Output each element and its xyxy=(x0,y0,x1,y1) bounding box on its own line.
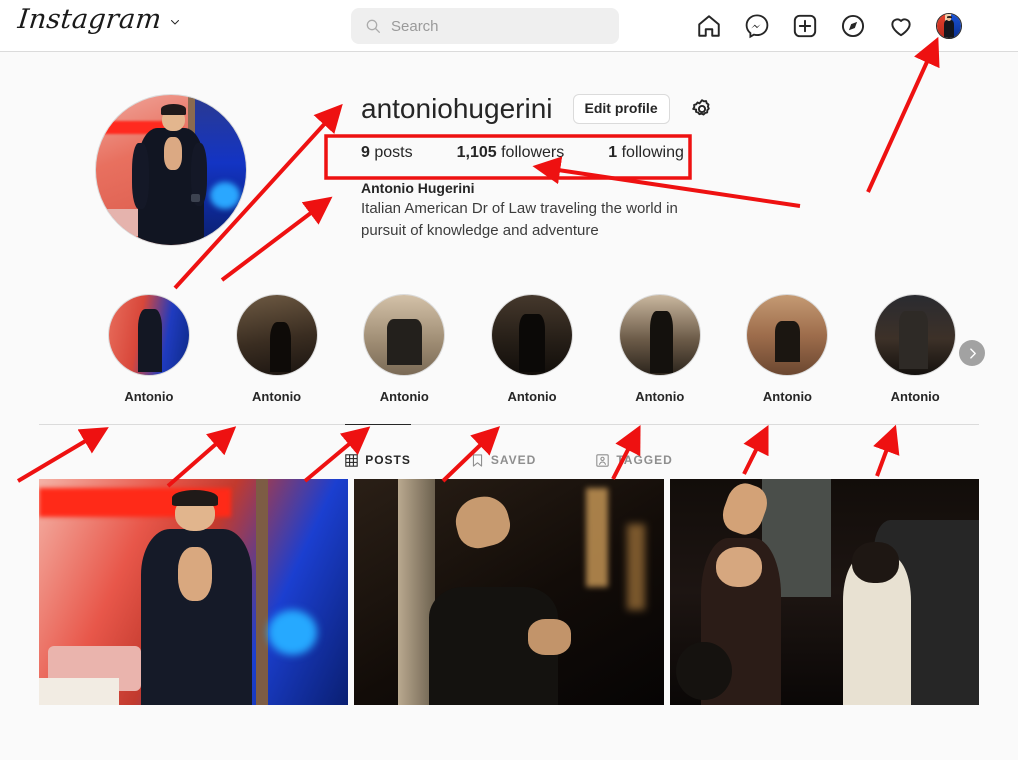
stat-following-value: 1 xyxy=(608,144,618,161)
post-thumbnail[interactable] xyxy=(669,479,979,705)
gear-icon[interactable] xyxy=(690,97,714,121)
highlight-label: Antonio xyxy=(252,389,302,404)
tab-tagged-label: TAGGED xyxy=(616,453,673,467)
home-icon[interactable] xyxy=(696,13,722,39)
highlight-thumbnail[interactable] xyxy=(618,294,701,376)
chevron-down-icon[interactable] xyxy=(169,16,181,28)
stat-following[interactable]: 1 following xyxy=(608,144,684,162)
profile-avatar[interactable] xyxy=(936,13,962,39)
tab-saved-label: SAVED xyxy=(490,453,537,467)
stat-followers-label: followers xyxy=(501,144,565,161)
highlight-thumbnail[interactable] xyxy=(746,294,829,376)
search-icon xyxy=(366,19,380,33)
profile-bio: Italian American Dr of Law traveling the… xyxy=(361,200,678,239)
post-thumbnail[interactable] xyxy=(39,479,349,705)
highlight-item[interactable]: Antonio xyxy=(340,294,468,404)
stat-posts-label: posts xyxy=(374,144,413,161)
profile-tabs-container: POSTS SAVED TAGGED xyxy=(39,424,979,477)
highlight-label: Antonio xyxy=(124,389,174,404)
story-highlights-row: Antonio Antonio Antonio Antonio Antonio xyxy=(39,288,986,418)
tab-tagged[interactable]: TAGGED xyxy=(596,424,672,477)
stat-following-label: following xyxy=(621,144,684,161)
tab-posts-label: POSTS xyxy=(365,453,411,467)
content-container: antoniohugerini Edit profile 9 posts 1,1… xyxy=(39,52,986,705)
stat-posts[interactable]: 9 posts xyxy=(361,144,413,162)
tab-posts[interactable]: POSTS xyxy=(345,424,411,477)
username-row: antoniohugerini Edit profile xyxy=(361,92,961,126)
top-navigation-bar: Instagram xyxy=(0,0,1018,52)
highlight-item[interactable]: Antonio xyxy=(213,294,341,404)
highlight-item[interactable]: Antonio xyxy=(468,294,596,404)
profile-full-name: Antonio Hugerini xyxy=(361,180,475,196)
profile-header: antoniohugerini Edit profile 9 posts 1,1… xyxy=(39,52,979,288)
highlight-item[interactable]: Antonio xyxy=(85,294,213,404)
highlight-label: Antonio xyxy=(635,389,685,404)
highlights-next-button[interactable] xyxy=(959,340,986,366)
stats-row: 9 posts 1,105 followers 1 following xyxy=(361,144,961,162)
highlight-item[interactable]: Antonio xyxy=(724,294,852,404)
profile-tabs: POSTS SAVED TAGGED xyxy=(39,424,979,477)
highlight-label: Antonio xyxy=(507,389,557,404)
highlight-label: Antonio xyxy=(379,389,429,404)
highlight-item[interactable]: Antonio xyxy=(851,294,986,404)
stat-followers-value: 1,105 xyxy=(456,144,497,161)
avatar-image xyxy=(937,14,961,38)
explore-compass-icon[interactable] xyxy=(840,13,866,39)
nav-icon-group xyxy=(696,0,962,52)
page-body: antoniohugerini Edit profile 9 posts 1,1… xyxy=(0,52,1018,760)
highlight-thumbnail[interactable] xyxy=(235,294,318,376)
highlight-item[interactable]: Antonio xyxy=(596,294,724,404)
instagram-profile-page: Instagram Search antoniohugerini Edit pr… xyxy=(0,0,1018,760)
highlight-thumbnail[interactable] xyxy=(107,294,190,376)
post-grid xyxy=(39,479,979,705)
search-bar[interactable] xyxy=(351,8,619,44)
highlight-thumbnail[interactable] xyxy=(363,294,446,376)
highlight-thumbnail[interactable] xyxy=(491,294,574,376)
bookmark-icon xyxy=(472,453,482,467)
profile-info: antoniohugerini Edit profile 9 posts 1,1… xyxy=(361,92,961,242)
grid-icon xyxy=(345,453,358,467)
brand-logo-group[interactable]: Instagram xyxy=(16,4,181,35)
highlight-thumbnail[interactable] xyxy=(874,294,957,376)
search-input[interactable] xyxy=(391,17,605,35)
edit-profile-button[interactable]: Edit profile xyxy=(572,94,670,124)
chevron-right-icon xyxy=(969,347,976,359)
highlight-label: Antonio xyxy=(762,389,812,404)
profile-picture-image xyxy=(96,95,246,245)
highlight-label: Antonio xyxy=(890,389,940,404)
stat-followers[interactable]: 1,105 followers xyxy=(457,144,565,162)
stat-posts-value: 9 xyxy=(361,144,370,161)
new-post-icon[interactable] xyxy=(792,13,818,39)
messenger-icon[interactable] xyxy=(744,13,770,39)
tab-saved[interactable]: SAVED xyxy=(471,424,536,477)
post-thumbnail[interactable] xyxy=(354,479,664,705)
profile-picture[interactable] xyxy=(95,94,247,246)
page-title: antoniohugerini xyxy=(361,93,553,124)
instagram-logo[interactable]: Instagram xyxy=(16,4,163,35)
heart-icon[interactable] xyxy=(888,13,914,39)
tagged-person-icon xyxy=(596,453,610,467)
